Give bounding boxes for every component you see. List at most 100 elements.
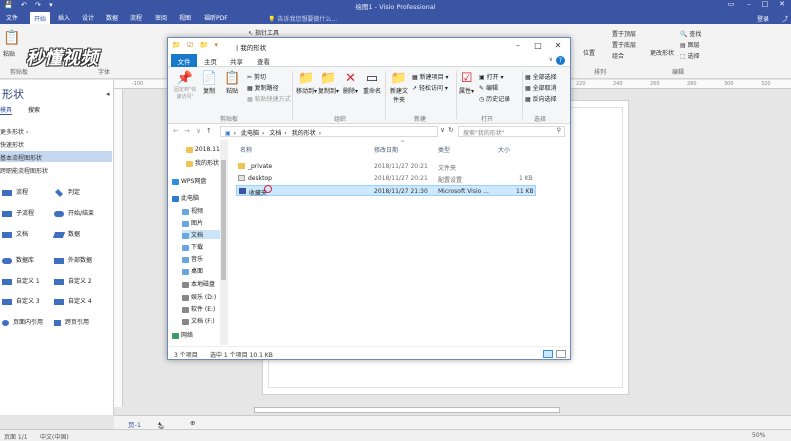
pointer-tool-button[interactable]: ↖ 指针工具 [248,28,279,37]
search-input[interactable]: 搜索"我的形状" ⚲ [458,126,565,137]
basic-flowchart-link[interactable]: 基本流程图形状 [0,151,112,162]
quick-shapes-link[interactable]: 快速形状 [0,140,24,149]
nav-item[interactable]: 此电脑 [172,193,199,202]
stencil-process[interactable]: 流程 [2,187,28,196]
tab-file[interactable]: 文件 [6,13,18,22]
nav-item[interactable]: 我的形状 [186,158,219,167]
copy-to-button[interactable]: 📁 复制到▾ [318,71,339,95]
breadcrumb-documents[interactable]: 文档 [269,130,281,137]
stencil-custom-1[interactable]: 自定义 1 [2,276,40,285]
tab-data[interactable]: 数据 [106,13,118,22]
column-name[interactable]: 名称 [240,145,252,154]
ribbon-options-icon[interactable]: ▭ [722,0,740,8]
move-to-button[interactable]: 📁 移动到▾ [296,71,317,95]
stencil-start-end[interactable]: 开始/结束 [54,208,94,217]
stencil-database[interactable]: 数据库 [2,255,34,264]
breadcrumb-pc[interactable]: 此电脑 [241,130,259,137]
nav-item[interactable]: 音乐 [182,254,203,263]
stencil-external-data[interactable]: 外部数据 [54,255,92,264]
nav-item[interactable]: 桌面 [182,266,203,275]
help-icon[interactable]: ? [556,56,565,65]
open-button[interactable]: ▣ 打开 ▾ [479,72,504,81]
nav-item[interactable]: 2018.11 [186,146,220,153]
column-type[interactable]: 类型 [438,145,450,154]
file-row-private[interactable]: _private 2018/11/27 20:21 文件夹 [236,161,536,172]
nav-item[interactable]: WPS网盘 [172,176,206,185]
nav-item[interactable]: 下载 [182,242,203,251]
horizontal-scrollbar[interactable] [254,407,560,413]
up-arrow-icon[interactable]: ↑ [206,127,212,135]
ribbon-expand-icon[interactable]: ∨ [549,56,553,63]
tab-review[interactable]: 审阅 [155,13,167,22]
nav-item[interactable]: 软件 (E:) [182,304,215,313]
nav-scrollbar[interactable] [220,140,228,345]
invert-selection-button[interactable]: ▦ 反向选择 [525,94,557,103]
find-button[interactable]: 🔍 查找 [680,29,701,38]
delete-button[interactable]: ✕ 删除▾ [343,71,358,95]
nav-scroll-thumb[interactable] [221,160,226,280]
cut-button[interactable]: ✂ 剪切 [247,72,266,81]
file-row-favorites[interactable]: 收藏夹 2018/11/27 21:30 Microsoft Visio ...… [236,185,536,197]
share-icon[interactable]: ⤴ [782,14,788,23]
properties-button[interactable]: ☑ 属性▾ [459,71,474,95]
explorer-tab-file[interactable]: 文件 [171,54,197,67]
file-row-desktop[interactable]: desktop 2018/11/27 20:21 配置设置 1 KB [236,173,536,184]
tab-search[interactable]: 搜索 [28,105,40,114]
stencil-custom-2[interactable]: 自定义 2 [54,276,92,285]
page-tab-1[interactable]: 页-1 [128,419,141,429]
more-shapes-link[interactable]: 更多形状 › [0,127,28,136]
refresh-icon[interactable]: ↻ [448,126,454,134]
explorer-tab-share[interactable]: 共享 [230,56,243,66]
close-button[interactable]: ✕ [773,0,791,8]
paste-button[interactable]: 📋 粘贴 [224,71,240,95]
large-icons-view-button[interactable] [556,350,566,358]
new-item-button[interactable]: ▦ 新建项目 ▾ [412,72,449,81]
nav-item[interactable]: 本地磁盘 [182,279,215,288]
new-folder-button[interactable]: 📁 新建文件夹 [388,71,410,104]
explorer-maximize-button[interactable]: □ [528,41,548,50]
bring-front-button[interactable]: 置于顶层 [612,29,636,38]
pin-quick-access-button[interactable]: 📌 固定到"快速访问" [172,71,198,100]
all-pages-button[interactable]: 全部 ▴ [158,419,165,441]
stencil-offpage-ref[interactable]: 跨页引用 [54,317,89,326]
cross-functional-link[interactable]: 跨职能流程图形状 [0,166,48,175]
stencil-custom-4[interactable]: 自定义 4 [54,296,92,305]
nav-item[interactable]: 文档 (F:) [182,316,215,325]
address-dropdown-icon[interactable]: ∨ [440,126,445,134]
collapse-pane-icon[interactable]: ◂ [106,90,110,98]
explorer-quick-access-icons[interactable]: 📁 ☑ 📁 ▾ [172,41,220,49]
tab-process[interactable]: 流程 [130,13,142,22]
nav-item[interactable]: 娱乐 (D:) [182,292,216,301]
back-arrow-icon[interactable]: ← [173,127,179,135]
rename-button[interactable]: ▭ 重命名 [363,71,381,95]
maximize-button[interactable]: □ [756,0,774,8]
nav-item[interactable]: 视频 [182,206,203,215]
add-page-icon[interactable]: ⊕ [190,419,195,427]
paste-shortcut-button[interactable]: ▦ 粘贴快捷方式 [247,94,291,103]
explorer-minimize-button[interactable]: – [508,41,528,50]
column-size[interactable]: 大小 [498,145,510,154]
paste-button-label[interactable]: 粘贴 [3,49,15,58]
tab-insert[interactable]: 插入 [58,13,70,22]
stencil-onpage-ref[interactable]: 页面内引用 [2,317,43,326]
tab-home[interactable]: 开始 [30,12,51,24]
forward-arrow-icon[interactable]: → [184,127,190,135]
select-all-button[interactable]: ▦ 全部选择 [525,72,557,81]
history-button[interactable]: ◷ 历史记录 [479,94,510,103]
zoom-level[interactable]: 50% [752,432,765,439]
tab-view[interactable]: 视图 [179,13,191,22]
change-shape-button[interactable]: 更改形状 [650,48,674,57]
login-link[interactable]: 登录 [757,14,769,23]
tab-design[interactable]: 设计 [82,13,94,22]
stencil-custom-3[interactable]: 自定义 3 [2,296,40,305]
nav-item[interactable]: 网络 [172,330,193,339]
select-none-button[interactable]: ▦ 全部取消 [525,83,557,92]
group-button[interactable]: 组合 [612,51,624,60]
stencil-subprocess[interactable]: 子流程 [2,208,34,217]
explorer-tab-home[interactable]: 主页 [204,56,217,66]
nav-item[interactable]: 图片 [182,218,203,227]
send-back-button[interactable]: 置于底层 [612,40,636,49]
position-button[interactable]: 位置 [583,48,595,57]
tab-stencils[interactable]: 模具 [0,105,13,115]
tab-foxit-pdf[interactable]: 福昕PDF [204,13,228,22]
